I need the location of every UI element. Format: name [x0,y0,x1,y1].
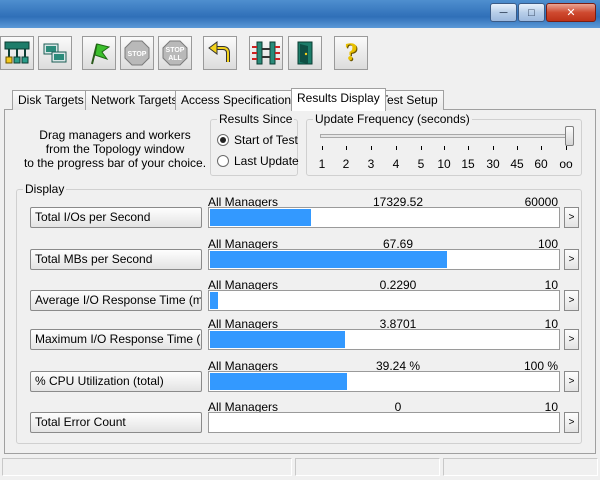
tab-network-targets[interactable]: Network Targets [85,90,184,110]
manager-select-arrow-button[interactable]: > [564,329,579,350]
progress-bar-fill [210,292,218,309]
start-tests-button[interactable] [82,36,116,70]
frequency-tick-mark [396,146,397,150]
manager-select-arrow-button[interactable]: > [564,412,579,433]
metric-select-button[interactable]: Total MBs per Second [30,249,202,270]
frequency-tick-mark [493,146,494,150]
progress-bar-fill [210,209,311,226]
tab-strip: Disk Targets Network Targets Access Spec… [0,88,600,111]
radio-button-selected[interactable] [217,134,229,146]
progress-bar[interactable] [208,249,560,270]
start-tests-icon [91,43,111,65]
progress-bar[interactable] [208,371,560,392]
stop-all-label-line2: ALL [168,55,182,62]
status-bar [0,456,600,480]
frequency-tick-mark [468,146,469,150]
frequency-tick-label: oo [559,157,573,171]
stop-all-button[interactable]: STOP ALL [158,36,192,70]
frequency-tick-mark [346,146,347,150]
status-pane-2 [295,458,440,476]
exit-button[interactable] [288,36,322,70]
frequency-tick-mark [421,146,422,150]
stop-button[interactable]: STOP [120,36,154,70]
close-button[interactable]: ✕ [546,3,596,22]
progress-bar[interactable] [208,207,560,228]
progress-bar[interactable] [208,329,560,350]
metric-select-button[interactable]: Total I/Os per Second [30,207,202,228]
radio-button[interactable] [217,155,229,167]
frequency-tick-mark [371,146,372,150]
instruction-line-1: Drag managers and workers [39,128,191,142]
drag-instructions: Drag managers and workers from the Topol… [20,128,210,170]
maximize-button[interactable]: □ [518,3,545,22]
new-manager-icon [43,43,67,63]
frequency-tick-mark [517,146,518,150]
manager-select-arrow-button[interactable]: > [564,249,579,270]
topology-button[interactable] [0,36,34,70]
new-manager-button[interactable] [38,36,72,70]
frequency-tick-mark [322,146,323,150]
instruction-line-2: from the Topology window [45,142,185,156]
stop-all-label-line1: STOP [166,47,185,54]
radio-last-update[interactable]: Last Update [217,154,299,168]
stop-all-icon: STOP ALL [162,40,188,66]
radio-start-of-test-label: Start of Test [234,133,298,147]
disconnect-managers-button[interactable] [249,36,283,70]
tab-access-specifications[interactable]: Access Specifications [175,90,304,110]
update-frequency-slider-track[interactable] [320,134,572,138]
reset-workers-button[interactable] [203,36,237,70]
status-pane-3 [443,458,598,476]
manager-select-arrow-button[interactable]: > [564,207,579,228]
tab-results-display[interactable]: Results Display [291,88,386,111]
tab-disk-targets[interactable]: Disk Targets [12,90,90,110]
progress-bar[interactable] [208,290,560,311]
metric-select-button[interactable]: Average I/O Response Time (ms) [30,290,202,311]
frequency-tick-mark [541,146,542,150]
help-button[interactable]: ? [334,36,368,70]
radio-start-of-test[interactable]: Start of Test [217,133,298,147]
metric-select-button[interactable]: % CPU Utilization (total) [30,371,202,392]
exit-icon [297,41,313,65]
minimize-button[interactable]: ─ [490,3,517,22]
update-frequency-slider-thumb[interactable] [565,126,574,146]
stop-label: STOP [128,51,147,58]
update-frequency-legend: Update Frequency (seconds) [315,112,470,126]
radio-last-update-label: Last Update [234,154,299,168]
stop-icon: STOP [124,40,150,66]
reset-workers-icon [208,41,230,62]
progress-bar-fill [210,251,447,268]
display-legend: Display [25,182,65,196]
frequency-tick-mark [566,146,567,150]
metric-select-button[interactable]: Maximum I/O Response Time (ms) [30,329,202,350]
metric-select-button[interactable]: Total Error Count [30,412,202,433]
status-pane-1 [2,458,292,476]
instruction-line-3: to the progress bar of your choice. [23,156,207,170]
manager-select-arrow-button[interactable]: > [564,290,579,311]
progress-bar-fill [210,331,345,348]
manager-select-arrow-button[interactable]: > [564,371,579,392]
results-since-legend: Results Since [219,112,293,126]
progress-bar[interactable] [208,412,560,433]
frequency-tick-mark [444,146,445,150]
title-bar: ─ □ ✕ [0,0,600,28]
help-icon: ? [344,40,358,66]
topology-icon [4,41,30,64]
progress-bar-fill [210,373,347,390]
disconnect-managers-icon [252,41,280,65]
toolbar: STOP STOP ALL ? [0,28,600,82]
